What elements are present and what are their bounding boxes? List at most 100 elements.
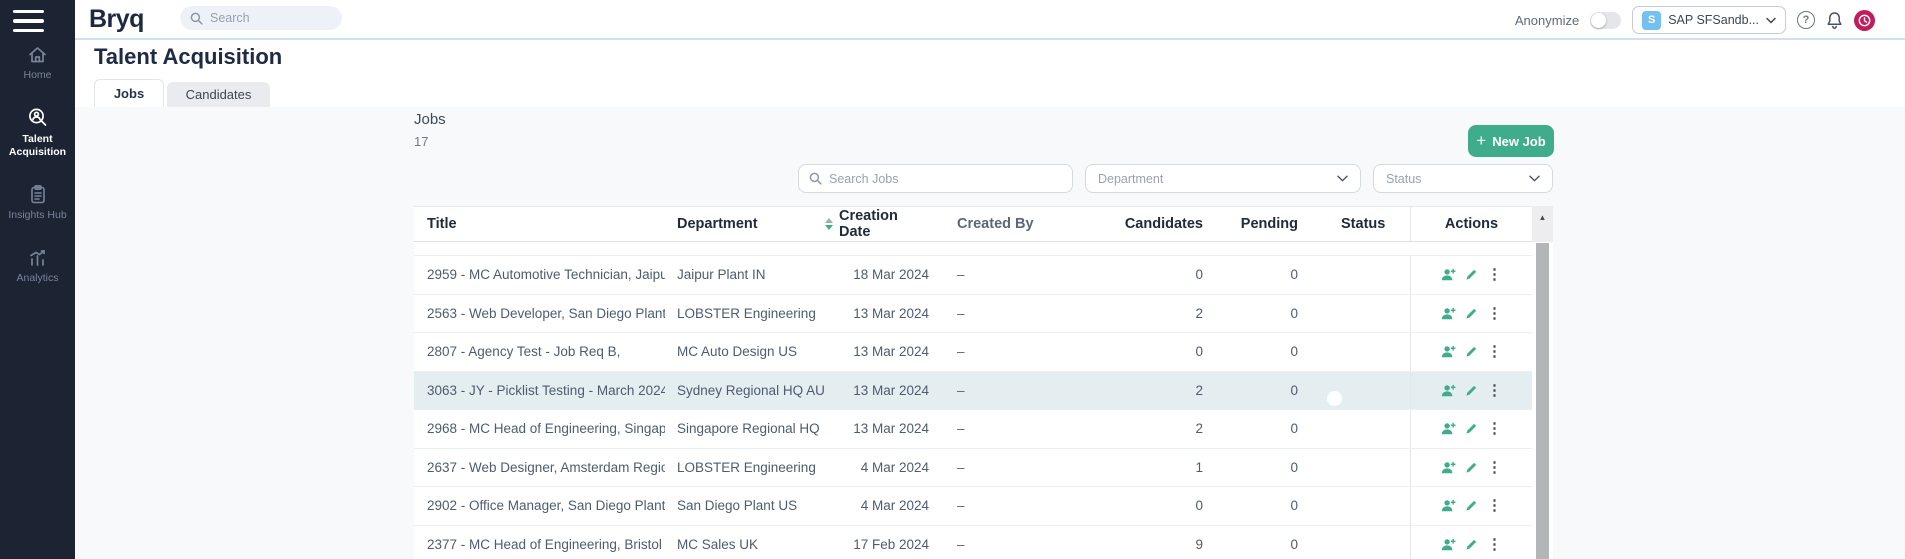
add-candidate-button[interactable] — [1441, 384, 1456, 397]
candidates-cell: 2 — [1062, 306, 1213, 321]
page-title: Talent Acquisition — [94, 44, 282, 70]
jobs-search-input[interactable] — [829, 172, 1049, 186]
creation-date-cell: 13 Mar 2024 — [825, 383, 937, 398]
department-cell: MC Sales UK — [665, 537, 825, 552]
tab-jobs[interactable]: Jobs — [94, 79, 164, 107]
add-candidate-button[interactable] — [1441, 538, 1456, 551]
more-options-icon[interactable]: ⋮ — [1487, 383, 1502, 398]
more-options-icon[interactable]: ⋮ — [1487, 421, 1502, 436]
notifications-bell-icon[interactable] — [1826, 11, 1843, 30]
creation-date-cell: 13 Mar 2024 — [825, 344, 937, 359]
add-candidate-button[interactable] — [1441, 268, 1456, 281]
menu-icon[interactable] — [13, 10, 44, 32]
add-candidate-button[interactable] — [1441, 307, 1456, 320]
chevron-down-icon — [1766, 17, 1776, 24]
org-initial-badge: S — [1642, 11, 1661, 30]
add-candidate-button[interactable] — [1441, 422, 1456, 435]
more-options-icon[interactable]: ⋮ — [1487, 498, 1502, 513]
org-selector[interactable]: S SAP SFSandb... — [1632, 6, 1786, 34]
created-by-cell: – — [937, 421, 1062, 436]
talent-acquisition-icon — [27, 107, 49, 129]
department-cell: Jaipur Plant IN — [665, 267, 825, 282]
column-header-creation-date[interactable]: Creation Date — [825, 208, 937, 240]
column-header-pending[interactable]: Pending — [1213, 216, 1316, 232]
more-options-icon[interactable]: ⋮ — [1487, 306, 1502, 321]
column-header-created-by[interactable]: Created By — [937, 216, 1062, 232]
job-title-cell: 2968 - MC Head of Engineering, Singapor.… — [414, 421, 665, 436]
home-icon — [27, 45, 48, 65]
column-header-status[interactable]: Status — [1316, 216, 1410, 232]
chevron-down-icon — [1337, 175, 1348, 182]
created-by-cell: – — [937, 537, 1062, 552]
job-title-cell: 2807 - Agency Test - Job Req B, — [414, 344, 665, 359]
table-row[interactable]: 2377 - MC Head of Engineering, Bristol P… — [414, 526, 1532, 559]
sidebar-item-analytics[interactable]: Analytics — [0, 248, 75, 284]
add-candidate-button[interactable] — [1441, 345, 1456, 358]
global-search[interactable] — [180, 6, 342, 30]
pending-cell: 0 — [1213, 383, 1316, 398]
status-filter-select[interactable]: Status — [1373, 164, 1553, 193]
candidates-cell: 0 — [1062, 344, 1213, 359]
column-header-title[interactable]: Title — [414, 216, 665, 232]
more-options-icon[interactable]: ⋮ — [1487, 537, 1502, 552]
job-title-cell: 2637 - Web Designer, Amsterdam Region... — [414, 460, 665, 475]
org-selector-label: SAP SFSandb... — [1668, 13, 1759, 27]
sidebar-item-talent-acquisition[interactable]: Talent Acquisition — [0, 107, 75, 158]
edit-job-button[interactable] — [1465, 384, 1478, 397]
pending-cell: 0 — [1213, 460, 1316, 475]
table-row[interactable]: 2563 - Web Developer, San Diego Plant US… — [414, 295, 1532, 334]
analytics-icon — [27, 248, 48, 268]
edit-job-button[interactable] — [1465, 307, 1478, 320]
more-options-icon[interactable]: ⋮ — [1487, 267, 1502, 282]
job-title-cell: 2377 - MC Head of Engineering, Bristol P… — [414, 537, 665, 552]
table-row[interactable]: 2968 - MC Head of Engineering, Singapor.… — [414, 410, 1532, 449]
pending-cell: 0 — [1213, 537, 1316, 552]
department-cell: LOBSTER Engineering — [665, 306, 825, 321]
sidebar-item-home[interactable]: Home — [0, 45, 75, 81]
tab-candidates[interactable]: Candidates — [167, 82, 270, 107]
help-icon[interactable]: ? — [1797, 11, 1815, 29]
user-avatar[interactable] — [1854, 10, 1875, 31]
search-icon — [190, 12, 203, 25]
department-cell: LOBSTER Engineering — [665, 460, 825, 475]
table-row[interactable]: 2959 - MC Automotive Technician, Jaipur … — [414, 256, 1532, 295]
department-cell: MC Auto Design US — [665, 344, 825, 359]
global-search-input[interactable] — [210, 11, 320, 25]
column-header-actions: Actions — [1410, 207, 1532, 241]
more-options-icon[interactable]: ⋮ — [1487, 460, 1502, 475]
table-row[interactable]: 2902 - Office Manager, San Diego Plant U… — [414, 487, 1532, 526]
scrollbar-thumb[interactable] — [1536, 243, 1549, 559]
jobs-search-field[interactable] — [798, 164, 1073, 193]
column-header-candidates[interactable]: Candidates — [1062, 216, 1213, 232]
creation-date-cell: 4 Mar 2024 — [825, 498, 937, 513]
sidebar-item-insights-hub[interactable]: Insights Hub — [0, 184, 75, 221]
edit-job-button[interactable] — [1465, 345, 1478, 358]
department-cell: Sydney Regional HQ AU — [665, 383, 825, 398]
anonymize-label: Anonymize — [1515, 13, 1579, 28]
jobs-count: 17 — [414, 134, 428, 149]
anonymize-toggle[interactable] — [1590, 12, 1621, 29]
add-candidate-button[interactable] — [1441, 499, 1456, 512]
add-candidate-button[interactable] — [1441, 461, 1456, 474]
edit-job-button[interactable] — [1465, 461, 1478, 474]
table-row[interactable]: 2807 - Agency Test - Job Req B, MC Auto … — [414, 333, 1532, 372]
department-cell: Singapore Regional HQ — [665, 421, 825, 436]
edit-job-button[interactable] — [1465, 422, 1478, 435]
pending-cell: 0 — [1213, 306, 1316, 321]
table-row[interactable]: 2637 - Web Designer, Amsterdam Region...… — [414, 449, 1532, 488]
sort-icon[interactable] — [825, 218, 833, 230]
new-job-button[interactable]: + New Job — [1468, 125, 1554, 157]
edit-job-button[interactable] — [1465, 268, 1478, 281]
department-filter-select[interactable]: Department — [1085, 164, 1361, 193]
created-by-cell: – — [937, 498, 1062, 513]
edit-job-button[interactable] — [1465, 499, 1478, 512]
column-header-department[interactable]: Department — [665, 216, 825, 232]
scrollbar-up-arrow[interactable]: ▲ — [1532, 206, 1553, 242]
table-row-selected[interactable]: 3063 - JY - Picklist Testing - March 202… — [414, 372, 1532, 411]
table-scrollbar[interactable]: ▲ — [1532, 206, 1553, 559]
edit-job-button[interactable] — [1465, 538, 1478, 551]
created-by-cell: – — [937, 344, 1062, 359]
more-options-icon[interactable]: ⋮ — [1487, 344, 1502, 359]
department-filter-placeholder: Department — [1098, 172, 1163, 186]
partially-scrolled-row — [414, 242, 1532, 256]
